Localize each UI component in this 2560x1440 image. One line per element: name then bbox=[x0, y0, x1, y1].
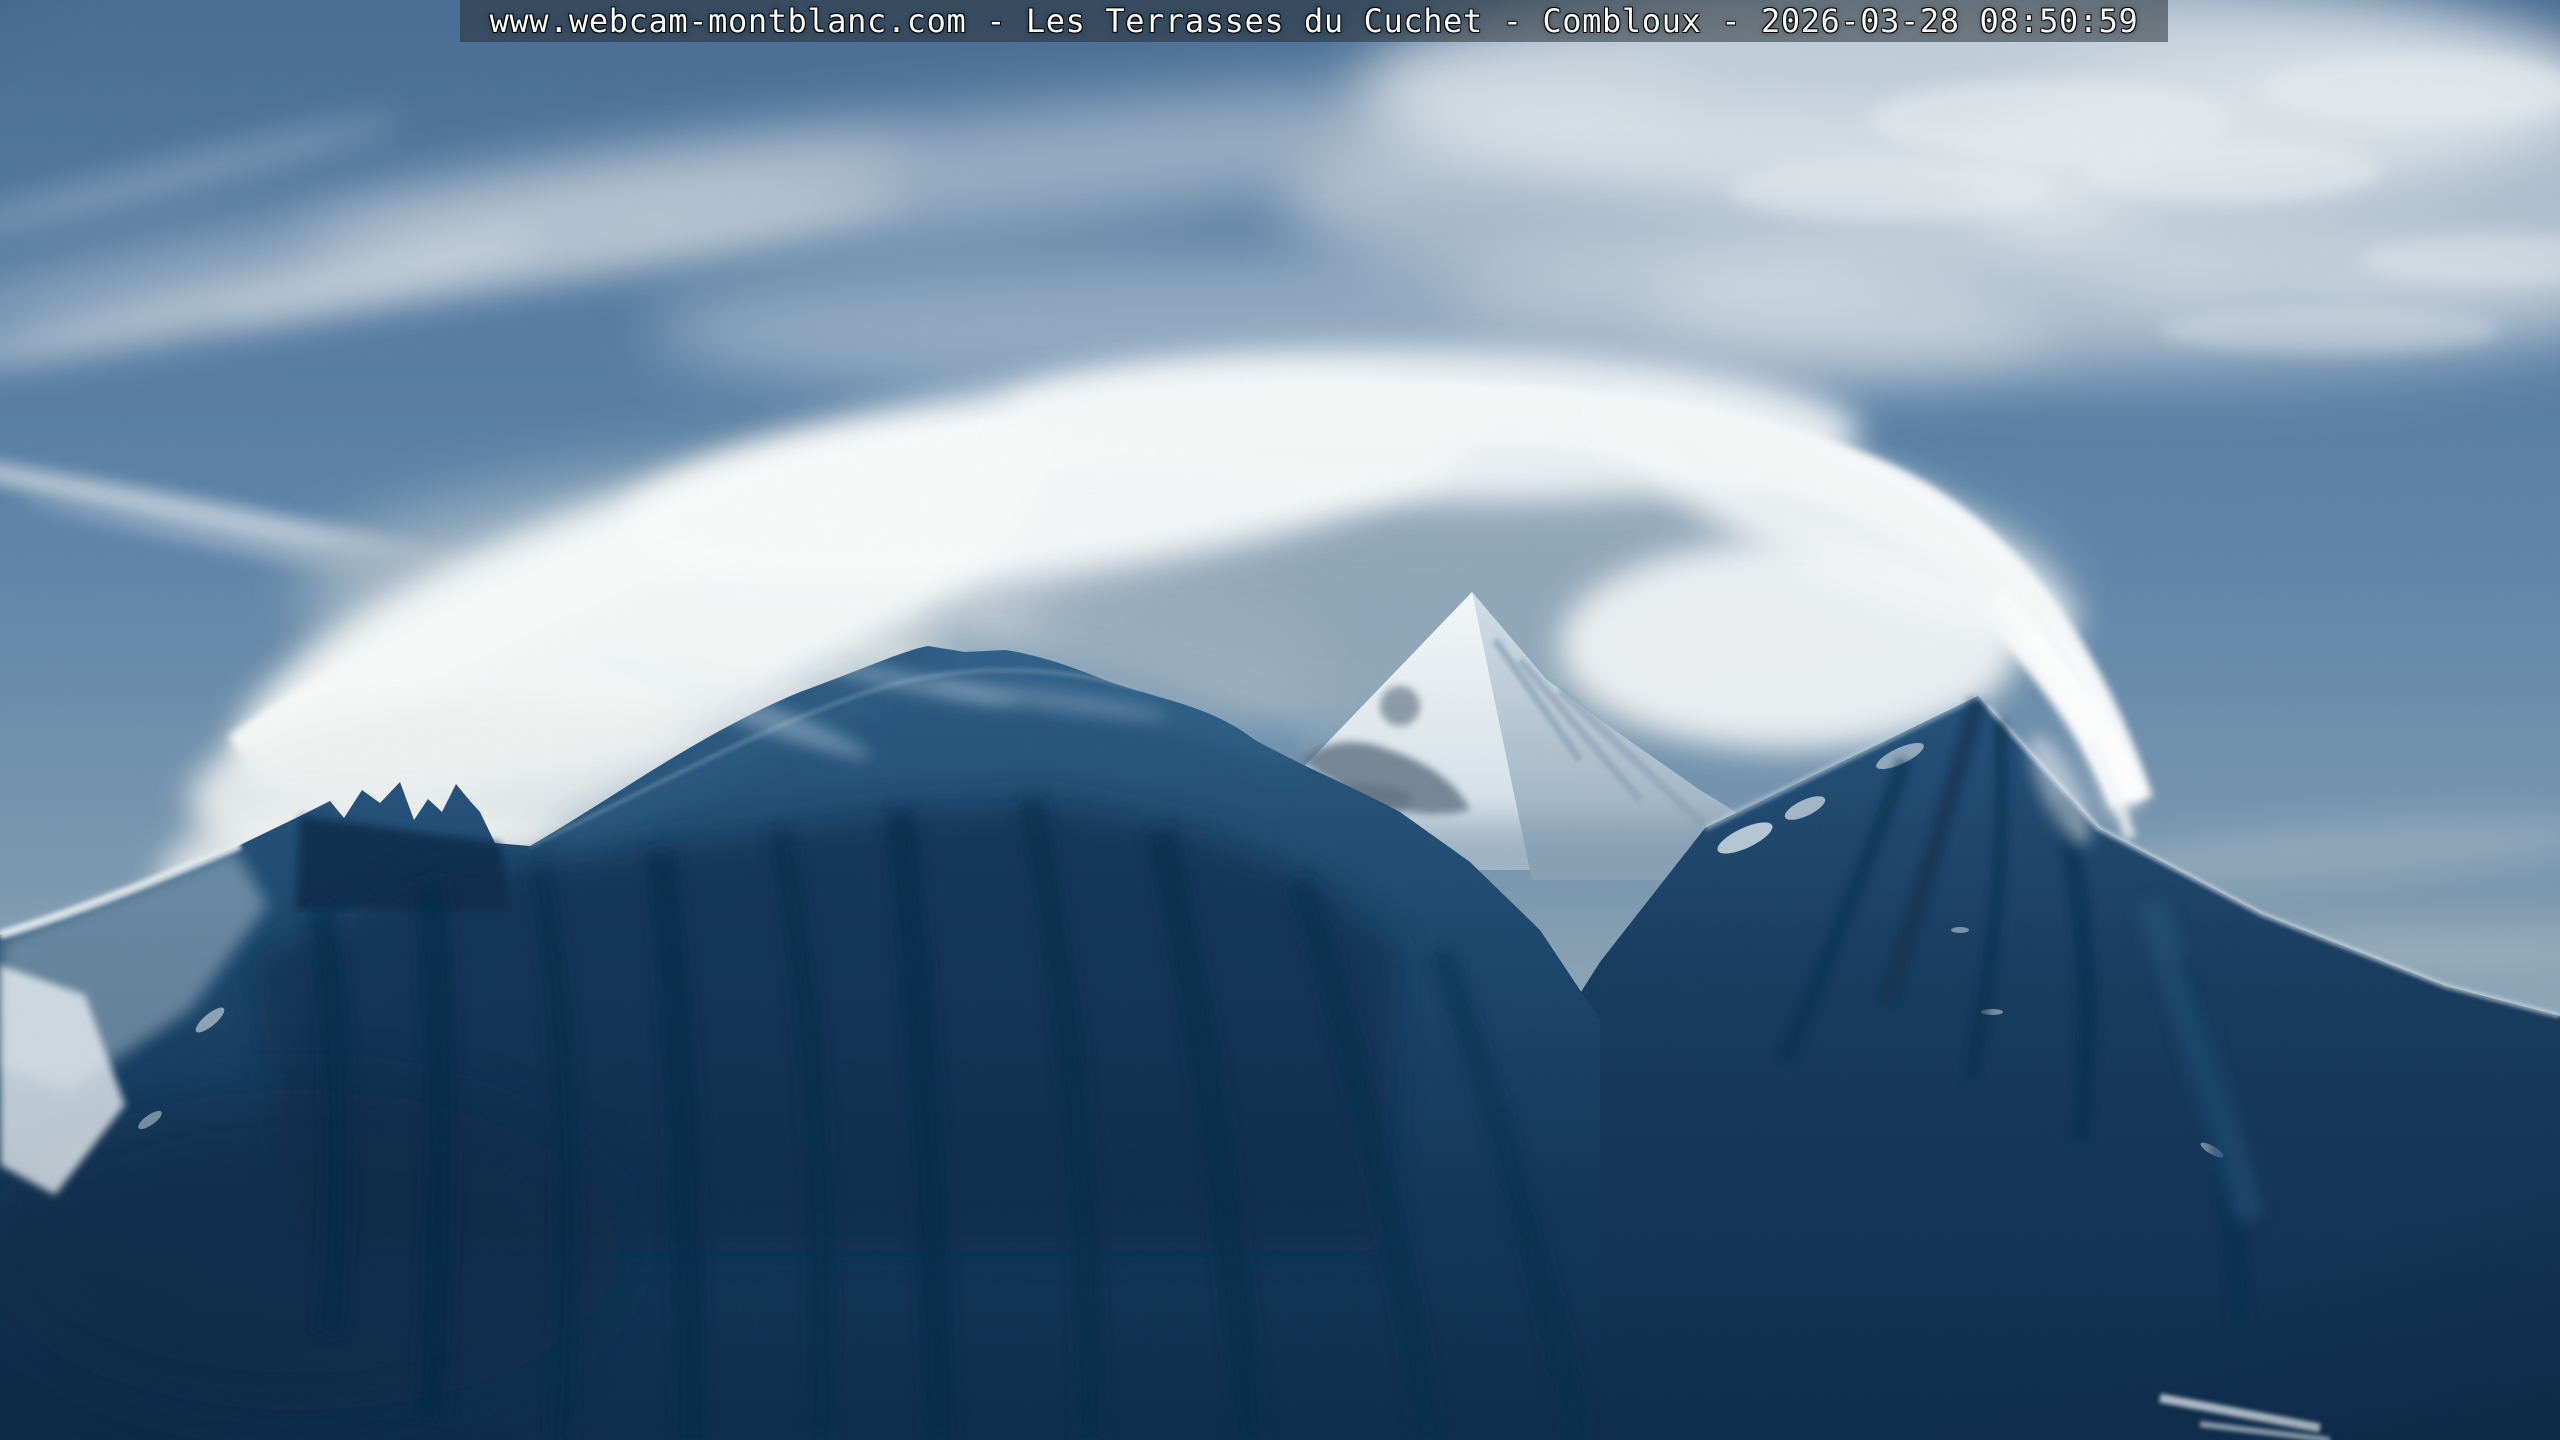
webcam-frame: www.webcam-montblanc.com - Les Terrasses… bbox=[0, 0, 2560, 1440]
webcam-overlay-text: www.webcam-montblanc.com - Les Terrasses… bbox=[490, 0, 2139, 42]
film-grain bbox=[0, 0, 2560, 1440]
mountain-photo bbox=[0, 0, 2560, 1440]
webcam-overlay-bar: www.webcam-montblanc.com - Les Terrasses… bbox=[460, 0, 2168, 42]
